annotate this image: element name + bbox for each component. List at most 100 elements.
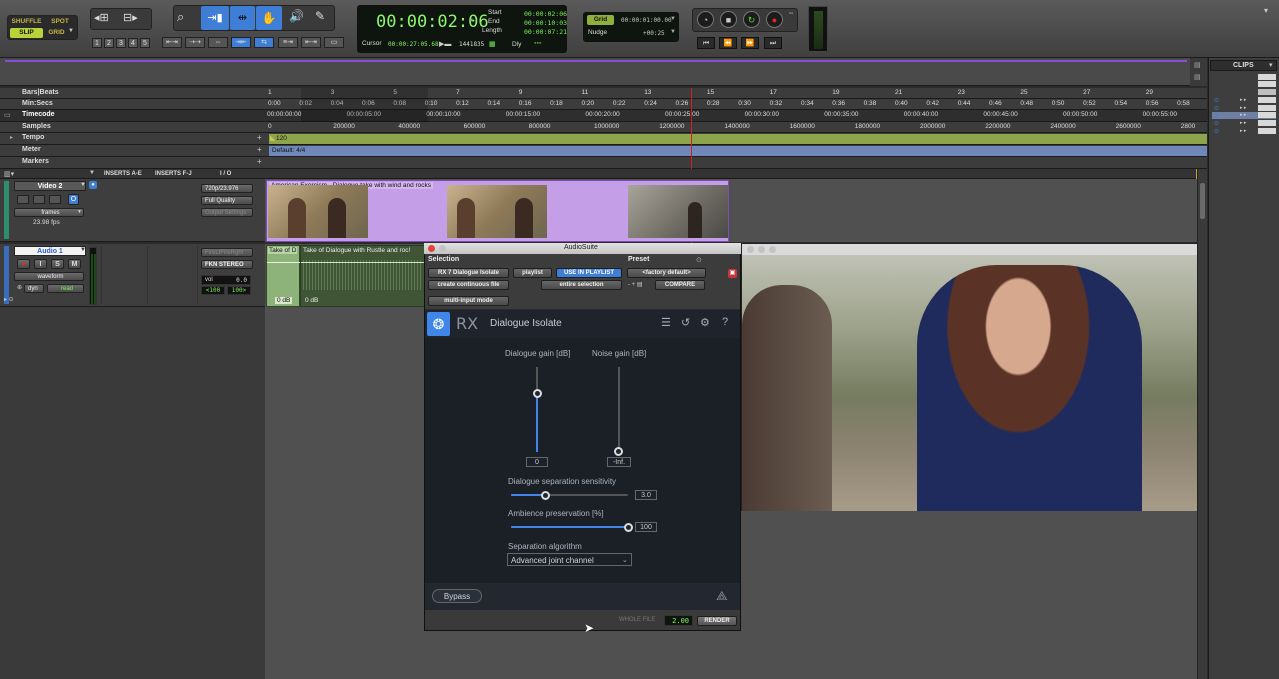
grid-counter-icon[interactable]: ▦ bbox=[489, 40, 496, 48]
vertical-scrollbar[interactable] bbox=[1197, 169, 1207, 679]
slip-mode-button[interactable]: SLIP bbox=[10, 28, 43, 38]
whole-file-label[interactable]: WHOLE FILE bbox=[619, 617, 655, 623]
rewind-icon[interactable]: ⏪ bbox=[719, 37, 737, 49]
grid-mode-chevron-icon[interactable]: ▼ bbox=[68, 28, 74, 34]
track-list-menu-icon[interactable]: ▥▾ bbox=[4, 170, 14, 178]
dialogue-gain-knob[interactable] bbox=[533, 389, 542, 398]
video-clip[interactable]: American Exorcism - Dialogue take with w… bbox=[266, 180, 729, 242]
plugin-settings-icon[interactable]: ⚙ bbox=[700, 316, 710, 329]
markers-ruler[interactable]: Markers + bbox=[0, 157, 1207, 169]
plugin-list-icon[interactable]: ☰ bbox=[661, 316, 671, 329]
selection-start-marker[interactable] bbox=[301, 88, 428, 122]
clip-item[interactable] bbox=[1258, 81, 1276, 87]
audiosuite-alert-icon[interactable]: ▣ bbox=[728, 269, 737, 278]
pan-right-value[interactable]: 100> bbox=[227, 286, 251, 295]
video-view-chevron-icon[interactable]: ▼ bbox=[77, 209, 82, 215]
continuous-file-selector[interactable]: create continuous file bbox=[428, 280, 509, 290]
preset-add-icon[interactable]: - + ▤ bbox=[628, 281, 643, 288]
meter-lane[interactable]: Default: 4/4 bbox=[269, 146, 1207, 156]
sensitivity-knob[interactable] bbox=[541, 491, 550, 500]
online-icon[interactable]: ◔ bbox=[697, 11, 714, 28]
audio-input-monitor-button[interactable]: I bbox=[34, 259, 47, 269]
video-track-name[interactable]: Video 2 bbox=[14, 181, 86, 191]
audio-track-header[interactable]: Audio 1 ▼ ● I S M waveform ⊕ dyn read Fi… bbox=[0, 244, 265, 307]
tempo-lane[interactable]: ◣ 120 bbox=[269, 134, 1207, 144]
video-window[interactable] bbox=[741, 243, 1197, 511]
main-timebase-icon[interactable]: ▭ bbox=[4, 111, 11, 119]
noise-gain-knob[interactable] bbox=[614, 447, 623, 456]
timecode-ruler[interactable]: ▭ Timecode 00:00:00:00 00:00:05:00 00:00:10:… bbox=[0, 110, 1207, 122]
main-counter-chevron-icon[interactable]: ▼ bbox=[468, 18, 474, 24]
tempo-ruler[interactable]: ▸ Tempo + ◣ 120 bbox=[0, 133, 1207, 145]
compare-button[interactable]: COMPARE bbox=[655, 280, 705, 290]
add-tempo-icon[interactable]: + bbox=[257, 133, 262, 142]
audio-solo-button[interactable]: S bbox=[51, 259, 64, 269]
audio-record-button[interactable]: ● bbox=[17, 259, 30, 269]
video-window-titlebar[interactable] bbox=[742, 244, 1197, 255]
video-track-chevron-icon[interactable]: ▼ bbox=[80, 182, 86, 188]
clip-item[interactable]: ⊙ ▸ ▸ bbox=[1214, 105, 1276, 112]
entire-selection-selector[interactable]: entire selection bbox=[541, 280, 622, 290]
clip-item[interactable] bbox=[1258, 89, 1276, 95]
universe-overview[interactable] bbox=[0, 58, 1207, 86]
video-quality-selector[interactable]: Full Quality bbox=[201, 196, 253, 205]
link-timeline-icon[interactable]: ⇢⇢ bbox=[185, 37, 205, 48]
video-online-icon[interactable]: ● bbox=[89, 181, 97, 189]
audio-input-selector[interactable]: FireLtFireRght bbox=[201, 248, 253, 257]
volume-field[interactable]: vol 0.0 bbox=[201, 275, 251, 285]
add-meter-icon[interactable]: + bbox=[257, 145, 262, 154]
ambience-value[interactable]: 100 bbox=[635, 522, 657, 532]
audiosuite-titlebar[interactable]: AudioSuite bbox=[424, 243, 741, 254]
audio-dyn-selector[interactable]: dyn bbox=[24, 284, 44, 293]
pencil-tool-icon[interactable]: ✎ bbox=[315, 9, 325, 23]
video-mute-toggle[interactable] bbox=[49, 195, 61, 204]
grid-value[interactable]: 00:00:01:00.00 bbox=[621, 17, 672, 24]
preset-selector[interactable]: <factory default> bbox=[627, 268, 706, 278]
fast-forward-icon[interactable]: ⏩ bbox=[741, 37, 759, 49]
trim-tool-icon[interactable]: ⇥▮ bbox=[201, 6, 229, 30]
handle-length-value[interactable]: 2.00 bbox=[664, 615, 693, 626]
min-secs-ruler[interactable]: Min:Secs 0:00 0:02 0:04 0:06 0:08 0:10 0:12 0:14… bbox=[0, 99, 1207, 110]
audio-auto-mode-selector[interactable]: read bbox=[47, 284, 84, 293]
mirror-midi-icon[interactable]: ⇆ bbox=[254, 37, 274, 48]
grid-label-button[interactable]: Grid bbox=[587, 15, 614, 25]
zoom-preset-5[interactable]: 5 bbox=[140, 38, 150, 48]
zoom-preset-3[interactable]: 3 bbox=[116, 38, 126, 48]
clips-list[interactable]: ⊙ ▸ ▸ ⊙ ▸ ▸ ⊙ ▸ ▸ ⊙ ▸ ▸ ⊙ ▸ ▸ bbox=[1210, 72, 1277, 142]
audio-automation-icon[interactable]: ⊕ bbox=[17, 284, 22, 291]
clip-item[interactable]: ⊙ ▸ ▸ bbox=[1214, 97, 1276, 104]
dialogue-gain-slider[interactable] bbox=[536, 367, 538, 452]
universe-icon-2[interactable]: ▤ bbox=[1194, 73, 1201, 81]
audio-track-chevron-icon[interactable]: ▼ bbox=[80, 247, 86, 253]
video-output-settings[interactable]: Output Settings bbox=[201, 208, 253, 217]
video-window-minimize-icon[interactable] bbox=[758, 246, 765, 253]
use-in-playlist-button[interactable]: USE IN PLAYLIST bbox=[556, 268, 622, 278]
video-solo-toggle[interactable] bbox=[33, 195, 45, 204]
plugin-history-icon[interactable]: ↺ bbox=[681, 316, 690, 329]
bars-beats-ruler[interactable]: Bars|Beats 1 3 5 7 9 11 13 15 17 19 21 23 25 27 29 bbox=[0, 88, 1207, 99]
track-chevron-icon[interactable]: ▼ bbox=[89, 170, 95, 176]
zoom-in-icon[interactable]: ⊟▸ bbox=[123, 11, 138, 24]
length-value[interactable]: 00:00:07:21 bbox=[524, 28, 567, 36]
cursor-scroll-icon[interactable]: ▭ bbox=[324, 37, 344, 48]
render-button[interactable]: RENDER bbox=[697, 616, 737, 626]
start-value[interactable]: 00:00:02:06 bbox=[524, 10, 567, 18]
video-window-close-icon[interactable] bbox=[747, 246, 754, 253]
video-window-zoom-icon[interactable] bbox=[769, 246, 776, 253]
audio-track-io-icon[interactable]: ▸ ⊙ bbox=[4, 296, 14, 303]
zoom-preset-2[interactable]: 2 bbox=[104, 38, 114, 48]
loop-play-icon[interactable]: ↻ bbox=[743, 11, 760, 28]
noise-gain-slider[interactable] bbox=[618, 367, 620, 452]
tab-to-transient-icon[interactable]: ⇤⇥ bbox=[162, 37, 182, 48]
samples-ruler[interactable]: Samples 0 200000 400000 600000 800000 1000000 1… bbox=[0, 122, 1207, 133]
link-track-icon[interactable]: ⇔ bbox=[208, 37, 228, 48]
noise-gain-value[interactable]: -Inf. bbox=[607, 457, 631, 467]
add-marker-icon[interactable]: + bbox=[257, 157, 262, 166]
clip-item[interactable]: ⊙ ▸ ▸ bbox=[1214, 120, 1276, 127]
audiosuite-minimize-icon[interactable] bbox=[439, 245, 446, 252]
bypass-button[interactable]: Bypass bbox=[432, 589, 482, 603]
delay-compensation-label[interactable]: Dly bbox=[512, 41, 521, 48]
end-value[interactable]: 00:00:10:03 bbox=[524, 19, 567, 27]
multi-input-mode-button[interactable]: multi-input mode bbox=[428, 296, 509, 306]
tempo-expand-icon[interactable]: ▸ bbox=[10, 134, 13, 141]
